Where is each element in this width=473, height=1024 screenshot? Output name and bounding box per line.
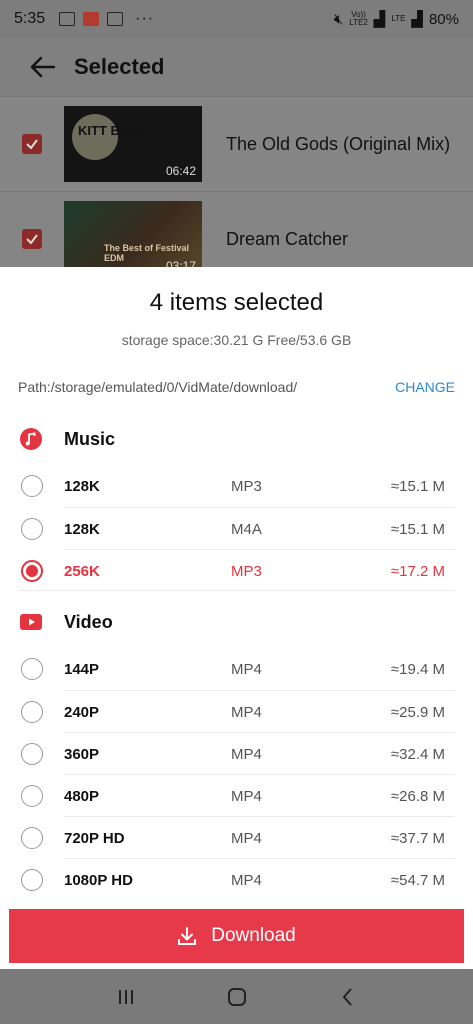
recents-icon[interactable]	[115, 986, 137, 1008]
option-quality: 240P	[64, 703, 100, 721]
youtube-play-icon	[20, 614, 42, 630]
more-notifications-icon: ···	[135, 10, 155, 27]
radio-button[interactable]	[21, 785, 43, 807]
item-title: Dream Catcher	[226, 228, 349, 249]
music-section-header: Music	[20, 428, 115, 450]
music-note-icon	[20, 428, 42, 450]
option-quality: 128K	[64, 477, 100, 495]
option-size: ≈19.4 M	[390, 660, 445, 678]
download-button[interactable]: Download	[9, 909, 464, 963]
download-path-row: Path:/storage/emulated/0/VidMate/downloa…	[18, 379, 455, 395]
home-icon[interactable]	[226, 986, 248, 1008]
music-section-label: Music	[64, 428, 116, 449]
option-size: ≈15.1 M	[390, 477, 445, 495]
video-option-row[interactable]: 144P MP4 ≈19.4 M	[0, 648, 473, 690]
video-section-header: Video	[20, 611, 113, 633]
mute-icon: 🔇︎	[333, 10, 344, 28]
option-format: MP3	[231, 562, 262, 580]
radio-button[interactable]	[21, 701, 43, 723]
option-quality: 144P	[64, 660, 100, 678]
system-nav-bar	[0, 969, 473, 1024]
download-label: Download	[211, 925, 296, 946]
option-size: ≈37.7 M	[390, 829, 445, 847]
video-section-label: Video	[64, 611, 113, 632]
mail-notification-icon	[107, 12, 124, 26]
option-size: ≈25.9 M	[390, 703, 445, 721]
option-format: MP4	[231, 871, 262, 889]
download-icon	[178, 927, 197, 945]
music-option-row[interactable]: 256K MP3 ≈17.2 M	[0, 550, 473, 592]
item-checkbox[interactable]	[22, 134, 42, 154]
list-item[interactable]: KITT BALL 06:42 The Old Gods (Original M…	[0, 96, 473, 191]
signal-icon: ▟	[373, 11, 386, 28]
option-quality: 1080P HD	[64, 871, 133, 889]
video-thumbnail: The Best of Festival EDM 03:17	[64, 201, 202, 277]
video-option-row[interactable]: 720P HD MP4 ≈37.7 M	[0, 817, 473, 859]
option-size: ≈17.2 M	[390, 562, 445, 580]
battery-level: 80%	[428, 10, 459, 28]
app-header: Selected	[0, 38, 473, 96]
page-title: Selected	[74, 54, 165, 79]
option-format: MP3	[231, 477, 262, 495]
option-size: ≈15.1 M	[390, 520, 445, 538]
option-format: MP4	[231, 829, 262, 847]
music-option-row[interactable]: 128K M4A ≈15.1 M	[0, 508, 473, 550]
option-quality: 360P	[64, 745, 100, 763]
video-option-row[interactable]: 360P MP4 ≈32.4 M	[0, 733, 473, 775]
option-size: ≈32.4 M	[390, 745, 445, 763]
lte-indicator: Vo)) LTE2	[349, 10, 368, 27]
status-bar: 5:35 ··· 🔇︎ Vo)) LTE2 ▟ LTE ▟ 80%	[0, 0, 473, 38]
back-nav-icon[interactable]	[337, 986, 359, 1008]
option-format: MP4	[231, 745, 262, 763]
divider	[18, 590, 455, 591]
option-size: ≈54.7 M	[390, 871, 445, 889]
back-arrow-icon[interactable]	[28, 55, 56, 79]
radio-button[interactable]	[21, 658, 43, 680]
change-path-button[interactable]: CHANGE	[395, 379, 455, 395]
duration-label: 06:42	[165, 164, 196, 178]
video-option-row[interactable]: 240P MP4 ≈25.9 M	[0, 691, 473, 733]
video-thumbnail: KITT BALL 06:42	[64, 106, 202, 182]
video-option-row[interactable]: 480P MP4 ≈26.8 M	[0, 775, 473, 817]
radio-button[interactable]	[21, 475, 43, 497]
radio-button-selected[interactable]	[21, 560, 43, 582]
sheet-title: 4 items selected	[149, 289, 324, 316]
music-option-row[interactable]: 128K MP3 ≈15.1 M	[0, 465, 473, 507]
radio-button[interactable]	[21, 518, 43, 540]
option-format: MP4	[231, 787, 262, 805]
signal-icon-2: ▟	[411, 11, 423, 28]
item-checkbox[interactable]	[22, 229, 42, 249]
download-path: Path:/storage/emulated/0/VidMate/downloa…	[18, 379, 298, 395]
option-format: MP4	[231, 660, 262, 678]
radio-button[interactable]	[21, 869, 43, 891]
option-size: ≈26.8 M	[390, 787, 445, 805]
option-format: M4A	[231, 520, 262, 538]
lte-indicator-2: LTE	[391, 14, 406, 23]
thumbnail-text: KITT BALL	[78, 123, 146, 138]
download-options-sheet: 4 items selected storage space:30.21 G F…	[0, 267, 473, 969]
item-title: The Old Gods (Original Mix)	[226, 133, 451, 154]
radio-button[interactable]	[21, 827, 43, 849]
option-quality: 720P HD	[64, 829, 125, 847]
storage-info: storage space:30.21 G Free/53.6 GB	[121, 332, 352, 348]
gallery-notification-icon	[59, 12, 76, 26]
status-time: 5:35	[14, 10, 46, 27]
option-quality: 128K	[64, 520, 100, 538]
video-option-row[interactable]: 1080P HD MP4 ≈54.7 M	[0, 859, 473, 901]
radio-button[interactable]	[21, 743, 43, 765]
option-quality: 480P	[64, 787, 100, 805]
option-format: MP4	[231, 703, 262, 721]
option-quality: 256K	[64, 562, 100, 580]
app-notification-icon	[83, 12, 100, 26]
